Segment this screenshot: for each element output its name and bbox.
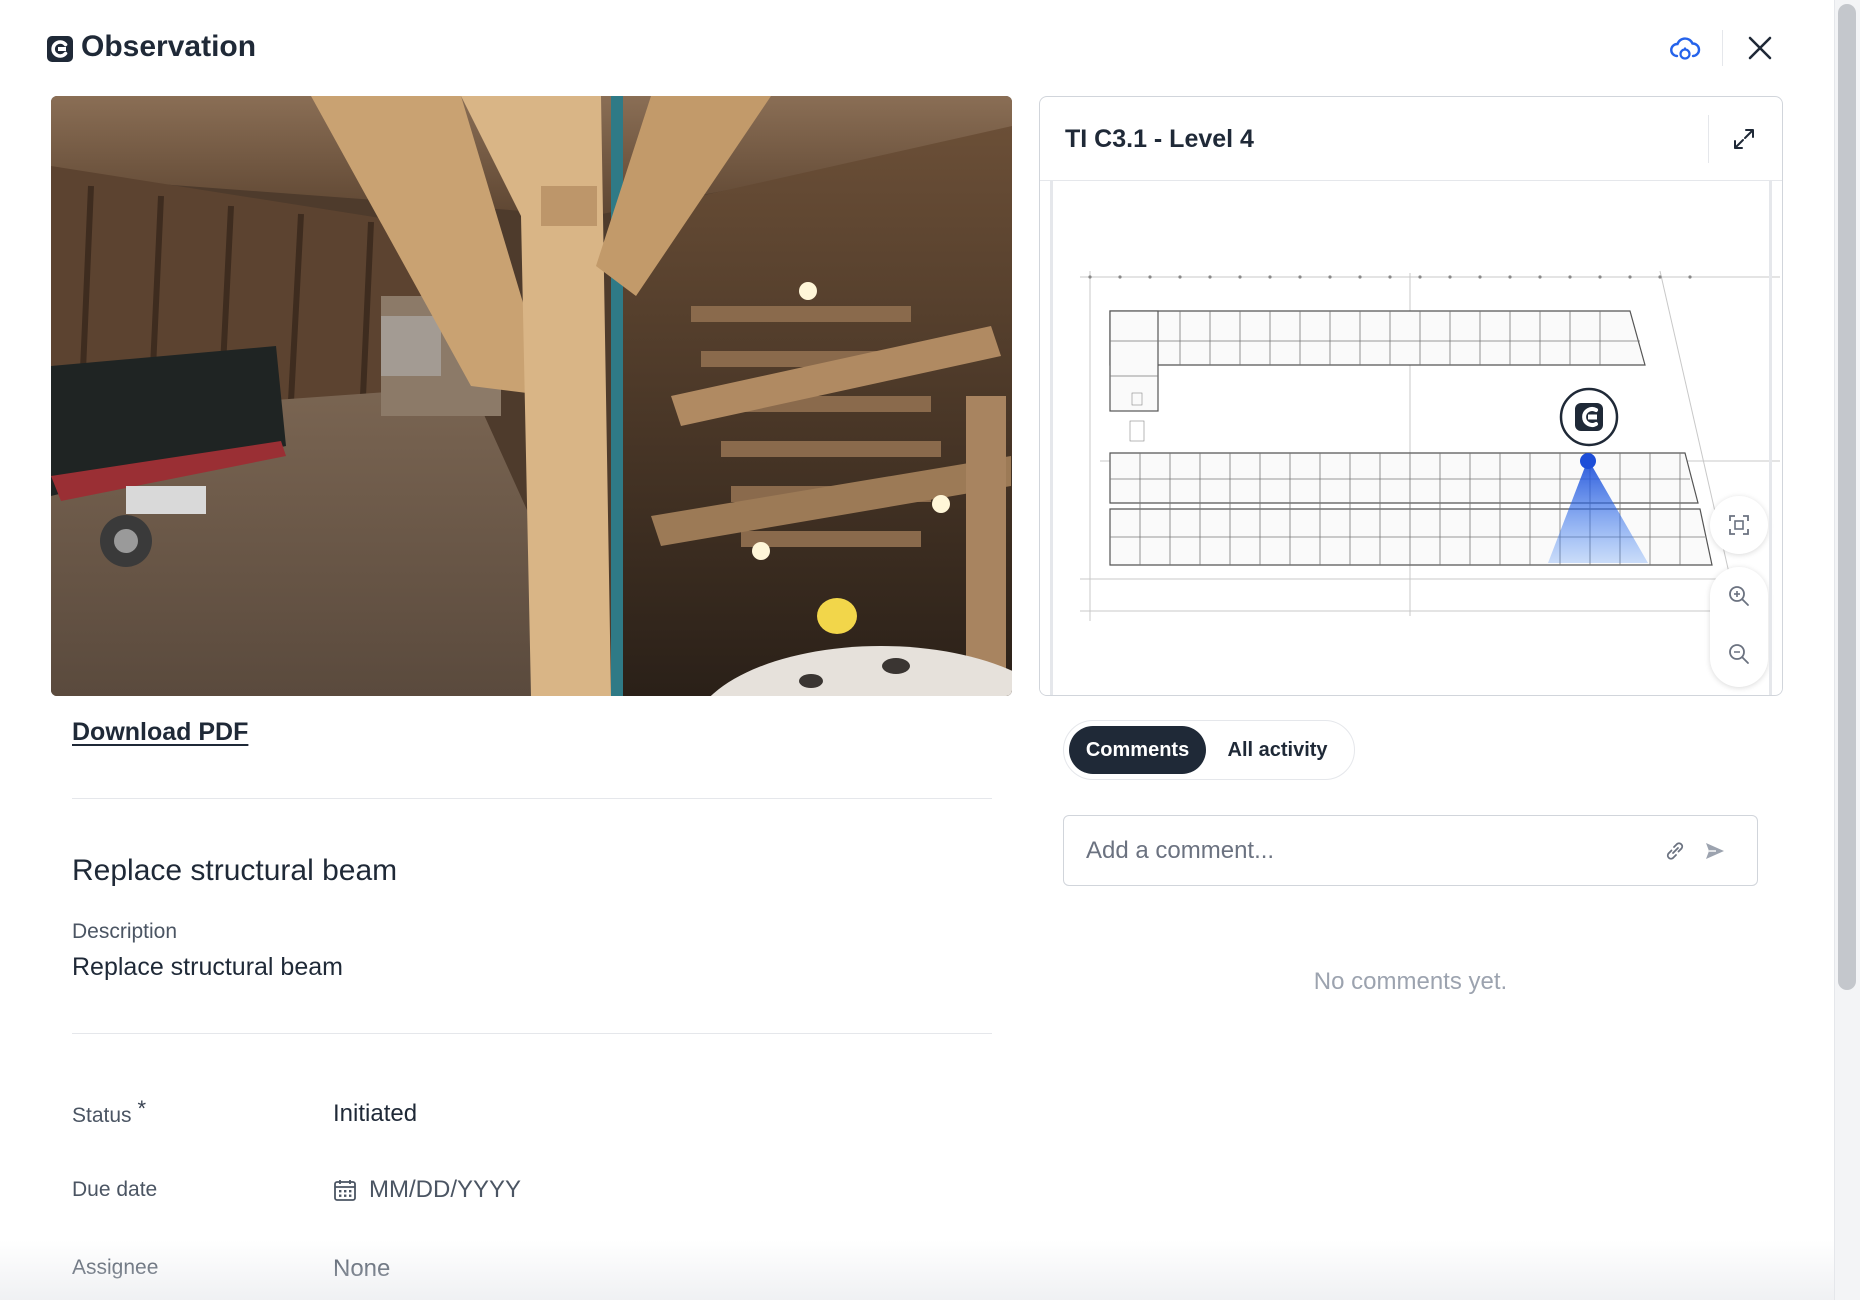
section-divider [72, 1033, 992, 1034]
required-marker: * [137, 1096, 147, 1121]
cloud-sync-icon [1670, 37, 1701, 60]
floor-plan-canvas[interactable] [1040, 181, 1782, 695]
map-edge [1050, 181, 1053, 695]
due-date-field[interactable]: MM/DD/YYYY [333, 1176, 521, 1204]
observation-photo[interactable] [51, 96, 1012, 696]
zoom-in-button[interactable] [1710, 567, 1768, 625]
scrollbar-thumb[interactable] [1838, 4, 1856, 990]
calendar-icon [334, 1180, 356, 1201]
due-date-label: Due date [72, 1178, 158, 1201]
status-label: Status * [72, 1096, 146, 1128]
activity-tabs: Comments All activity [1063, 720, 1355, 780]
fit-control [1710, 496, 1768, 554]
download-pdf-link[interactable]: Download PDF [72, 718, 248, 747]
description-value[interactable]: Replace structural beam [72, 953, 343, 982]
status-dropdown[interactable]: Initiated [333, 1100, 417, 1128]
logo-icon [47, 36, 73, 62]
map-edge [1769, 181, 1772, 695]
zoom-controls [1710, 567, 1768, 687]
due-date-input[interactable]: MM/DD/YYYY [369, 1176, 521, 1204]
header-divider [1722, 30, 1723, 66]
fit-screen-icon [1729, 515, 1749, 535]
tab-comments[interactable]: Comments [1069, 726, 1207, 774]
comment-box [1063, 815, 1758, 886]
expand-icon [1734, 129, 1754, 149]
cloud-sync-button[interactable] [1666, 32, 1704, 64]
description-label: Description [72, 920, 178, 943]
tab-all-activity[interactable]: All activity [1206, 726, 1349, 774]
modal-header: Observation [0, 0, 1860, 96]
floor-plan-header: TI C3.1 - Level 4 [1040, 97, 1782, 181]
zoom-out-button[interactable] [1710, 625, 1768, 683]
assignee-dropdown[interactable]: None [333, 1255, 390, 1283]
assignee-label: Assignee [72, 1256, 159, 1279]
location-marker-icon[interactable] [1559, 387, 1619, 447]
empty-comments-message: No comments yet. [1313, 968, 1508, 995]
fit-screen-button[interactable] [1710, 496, 1768, 554]
paperclip-icon [1666, 842, 1684, 860]
close-button[interactable] [1740, 28, 1780, 68]
floor-plan-title: TI C3.1 - Level 4 [1065, 125, 1254, 153]
status-label-text: Status [72, 1104, 132, 1127]
send-button[interactable] [1700, 836, 1730, 866]
zoom-out-icon [1729, 644, 1749, 664]
bottom-fade [0, 1240, 1834, 1300]
comment-input[interactable] [1086, 816, 1646, 885]
close-icon [1748, 36, 1772, 60]
floor-plan-card: TI C3.1 - Level 4 [1039, 96, 1783, 696]
header-divider [1708, 115, 1709, 163]
page-title: Observation [81, 30, 257, 63]
attach-button[interactable] [1660, 836, 1690, 866]
section-divider [72, 798, 992, 799]
expand-button[interactable] [1724, 121, 1764, 157]
zoom-in-icon [1729, 586, 1749, 606]
observation-title[interactable]: Replace structural beam [72, 854, 397, 888]
send-icon [1706, 843, 1724, 859]
